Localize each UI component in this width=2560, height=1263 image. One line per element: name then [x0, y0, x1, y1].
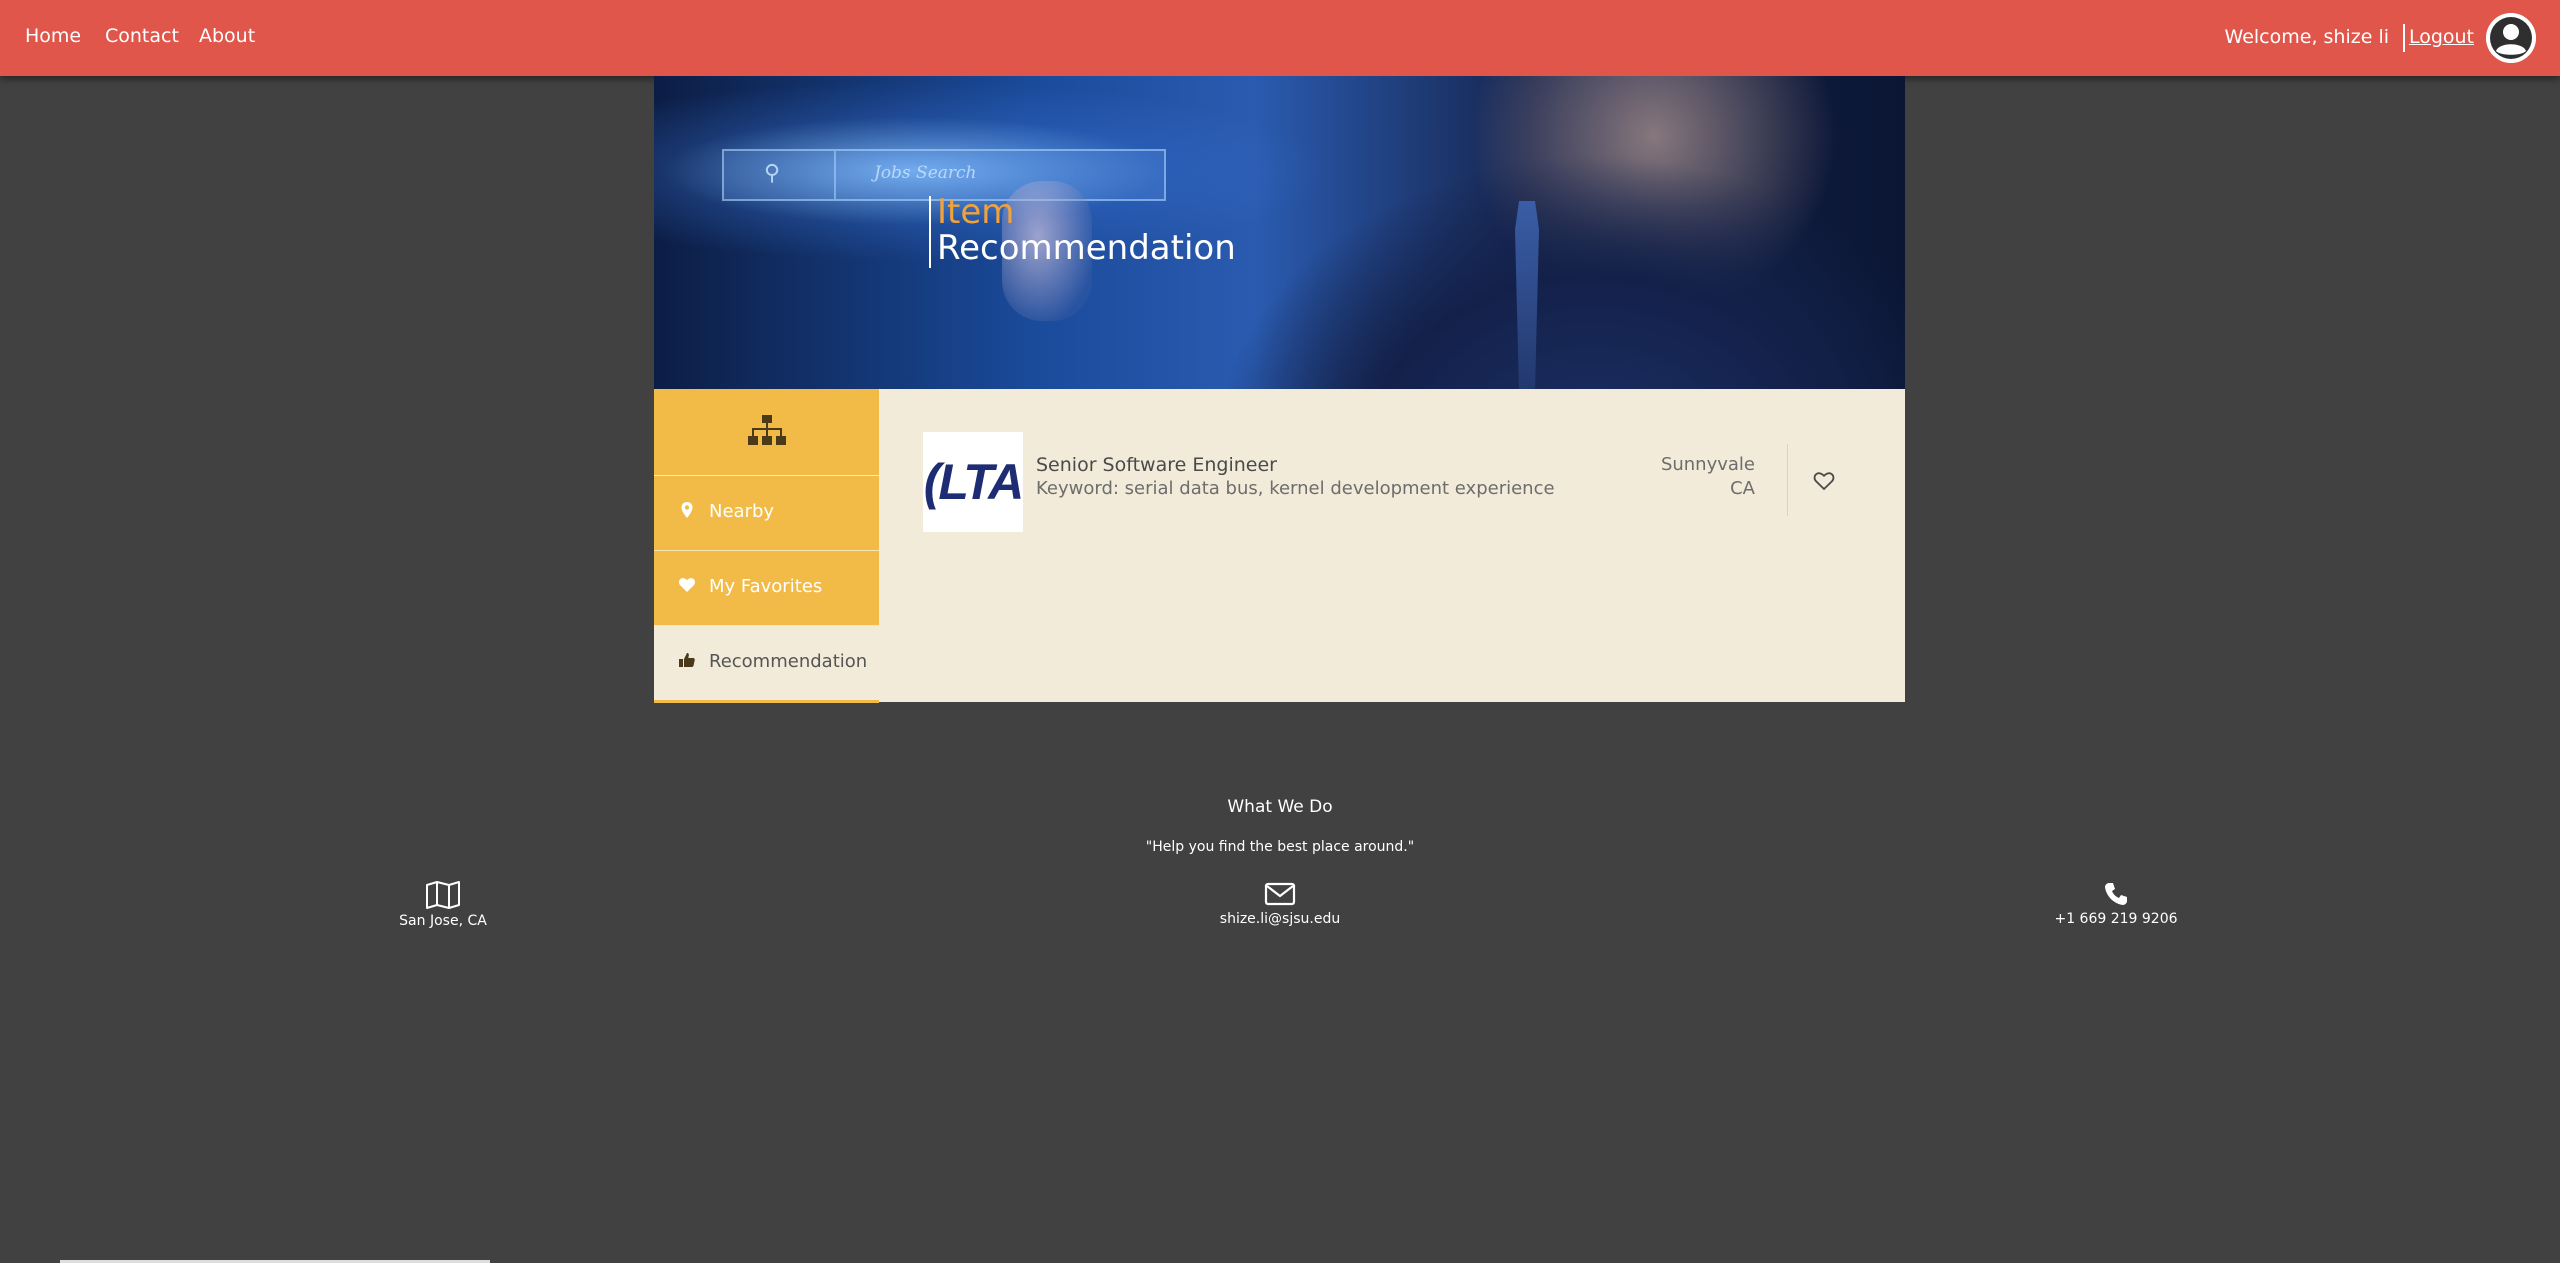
- sidebar-item-label: My Favorites: [709, 576, 823, 597]
- nav-about-link[interactable]: About: [199, 25, 255, 47]
- nav-contact-link[interactable]: Contact: [105, 25, 179, 47]
- sidebar-header: [654, 389, 879, 476]
- favorite-heart-icon[interactable]: [1812, 469, 1836, 493]
- phone-icon: [2105, 883, 2127, 905]
- sidebar-item-nearby[interactable]: Nearby: [654, 476, 879, 551]
- item-state: CA: [1730, 478, 1755, 499]
- hero-background-figure: [1214, 136, 1905, 389]
- footer-phone-text: +1 669 219 9206: [2054, 911, 2178, 927]
- footer-quote: "Help you find the best place around.": [1145, 839, 1415, 855]
- sidebar-item-label: Recommendation: [709, 651, 868, 672]
- hero-search-text: Jobs Search: [874, 163, 977, 183]
- footer-location: San Jose, CA: [313, 880, 573, 929]
- footer-location-text: San Jose, CA: [399, 913, 487, 929]
- user-circle-icon[interactable]: [2486, 13, 2536, 63]
- footer-phone: +1 669 219 9206: [1986, 880, 2246, 927]
- company-logo-text: (LTA: [923, 454, 1024, 510]
- company-logo: (LTA: [923, 432, 1024, 532]
- hero-search-divider: [834, 151, 836, 199]
- hero-title-item: Item: [937, 192, 1015, 232]
- nav-divider: [2403, 24, 2405, 52]
- list-item[interactable]: (LTA Senior Software Engineer Keyword: s…: [923, 432, 1883, 534]
- map-icon: [426, 881, 460, 909]
- item-city: Sunnyvale: [1660, 454, 1755, 475]
- heart-icon: [678, 578, 696, 592]
- footer-title: What We Do: [1227, 797, 1333, 817]
- envelope-icon: [1264, 882, 1296, 906]
- footer-email-text[interactable]: shize.li@sjsu.edu: [1220, 911, 1340, 927]
- top-nav: Home Contact About Welcome, shize li Log…: [0, 0, 2560, 76]
- item-list: (LTA Senior Software Engineer Keyword: s…: [879, 389, 1905, 702]
- sidebar: Nearby My Favorites Recommendation: [654, 389, 879, 703]
- thumbs-up-icon: [679, 653, 695, 667]
- logout-link[interactable]: Logout: [2409, 26, 2474, 48]
- hero-title-recommendation: Recommendation: [937, 228, 1236, 268]
- sitemap-icon: [748, 415, 786, 445]
- item-divider: [1787, 444, 1788, 516]
- nav-home-link[interactable]: Home: [25, 25, 81, 47]
- sidebar-item-label: Nearby: [709, 501, 775, 522]
- welcome-text: Welcome, shize li: [2224, 26, 2389, 48]
- sidebar-item-recommendation[interactable]: Recommendation: [654, 626, 879, 703]
- search-icon: ⚲: [764, 161, 781, 186]
- footer-email: shize.li@sjsu.edu: [1150, 880, 1410, 927]
- hero-title-bar: [929, 196, 931, 268]
- hero-banner: ⚲ Jobs Search Item Recommendation: [654, 76, 1905, 389]
- item-keyword: Keyword: serial data bus, kernel develop…: [1036, 478, 1555, 499]
- item-title[interactable]: Senior Software Engineer: [1036, 454, 1277, 476]
- map-marker-icon: [681, 502, 693, 518]
- sidebar-item-favorites[interactable]: My Favorites: [654, 551, 879, 626]
